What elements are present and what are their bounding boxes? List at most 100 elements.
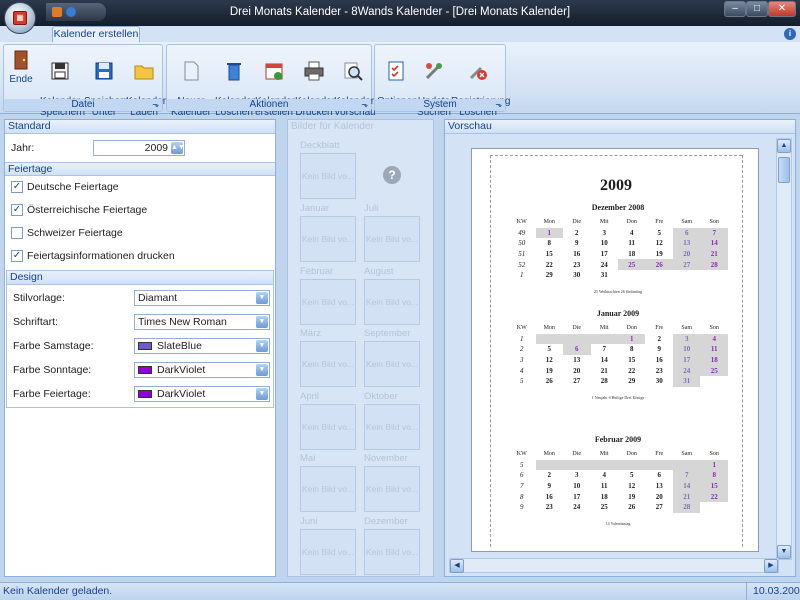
day-cell: 19 [545,366,553,375]
delete-registration-button[interactable]: Registrierung Löschen [451,47,510,118]
create-calendar-button[interactable]: Kalender erstellen [255,47,295,118]
day-cell: 12 [545,356,553,365]
preview-month: Januar 2009 KW Mon Die Mit Don Fre Sam Son 1 1 2 3 4 2… [508,309,728,400]
day-cell: 13 [655,482,663,491]
font-select[interactable]: Times New Roman ▼ [134,314,270,330]
day-cell: 18 [628,250,636,259]
checkbox-label: Deutsche Feiertage [27,181,119,193]
options-button[interactable]: Optionen [377,47,418,107]
month-label: Juli [364,203,379,214]
sunday-color-select[interactable]: DarkViolet ▼ [134,362,270,378]
exit-label: Ende [9,74,33,85]
dialog-launcher-icon[interactable]: ⬎ [495,99,502,111]
month-image-slot[interactable]: Kein Bild vo... [300,341,356,387]
save-calendar-button[interactable]: Kalender Speichern [40,47,85,118]
load-calendar-button[interactable]: Kalender Laden [126,47,166,118]
day-cell: 6 [672,227,701,239]
day-cell: 6 [657,471,661,480]
month-image-slot[interactable]: Kein Bild vo... [364,216,420,262]
weekday-header: Die [572,219,582,226]
maximize-button[interactable]: □ [746,1,768,17]
month-image-slot[interactable]: Kein Bild vo... [300,216,356,262]
month-image-slot[interactable]: Kein Bild vo... [364,528,420,575]
font-label: Schriftart: [13,316,58,328]
day-cell: 14 [700,238,728,249]
check-update-button[interactable]: Update Suchen [417,47,451,118]
saturday-color-label: Farbe Samstage: [13,340,94,352]
day-cell: 29 [628,377,636,386]
printer-icon [304,61,324,81]
checkbox-print-holiday-info[interactable]: ✓ Feiertagsinformationen drucken [11,249,175,263]
day-cell: 22 [700,491,728,502]
help-icon[interactable]: i [784,28,796,40]
month-image-slot[interactable]: Kein Bild vo... [364,466,420,512]
day-cell: 11 [700,344,728,355]
scroll-right-icon[interactable]: ▶ [764,559,778,573]
new-calendar-button[interactable]: Neuer Kalender ▾ [169,47,213,129]
month-image-slot[interactable]: Kein Bild vo... [300,528,356,575]
checkbox-swiss-holidays[interactable]: Schweizer Feiertage [11,226,123,240]
holidays-header: Feiertage [5,162,275,176]
help-question-icon[interactable]: ? [383,166,401,184]
day-cell: 16 [573,250,581,259]
checkbox-label: Schweizer Feiertage [27,227,123,239]
dropdown-arrow-icon[interactable]: ▼ [256,316,268,328]
month-image-slot[interactable]: Kein Bild vo... [364,341,420,387]
saturday-color-select[interactable]: SlateBlue ▼ [134,338,270,354]
style-select[interactable]: Diamant ▼ [134,290,270,306]
group-title-system: System [423,99,457,110]
holiday-color-select[interactable]: DarkViolet ▼ [134,386,270,402]
dialog-launcher-icon[interactable]: ⬎ [152,99,159,111]
checkbox-german-holidays[interactable]: ✓ Deutsche Feiertage [11,180,119,194]
dropdown-arrow-icon[interactable]: ▼ [256,292,268,304]
images-panel: Bilder für Kalender Deckblatt Kein Bild … [287,119,434,577]
scroll-left-icon[interactable]: ◀ [450,559,464,573]
weekday-header: Sam [681,451,693,458]
month-image-slot[interactable]: Kein Bild vo... [300,403,356,450]
save-as-button[interactable]: Speichern Unter [84,47,129,118]
vertical-scrollbar[interactable]: ▲ ▼ [776,138,792,560]
preview-calendar-button[interactable]: Kalender Vorschau [334,47,376,118]
group-title-datei: Datei [71,99,95,110]
spinner-arrows-icon[interactable]: ▲▼ [171,142,185,154]
day-cell: 31 [600,271,608,280]
print-calendar-button[interactable]: Kalender Drucken [295,47,335,118]
exit-button[interactable]: Ende [6,47,36,99]
day-cell: 11 [600,482,608,491]
checkbox-austrian-holidays[interactable]: ✓ Österreichische Feiertage [11,203,147,217]
dialog-launcher-icon[interactable]: ⬎ [361,99,368,111]
weekday-header: Son [709,219,719,226]
delete-calendar-button[interactable]: Kalender Löschen [215,47,255,118]
month-image-slot[interactable]: Kein Bild vo... [364,278,420,325]
status-text: Kein Kalender geladen. [3,585,113,597]
day-cell: 13 [672,238,701,249]
scroll-thumb[interactable] [778,157,790,183]
color-swatch [138,366,152,375]
month-image-slot[interactable]: Kein Bild vo... [300,466,356,512]
cover-image-slot[interactable]: Kein Bild vo... [300,153,356,199]
month-image-slot[interactable]: Kein Bild vo... [300,278,356,325]
create-calendar-icon [265,63,283,80]
preview-month: Dezember 2008 KW Mon Die Mit Don Fre Sam Son 49 1 2… [508,203,728,294]
day-cell: 26 [645,259,673,270]
year-spinner[interactable]: 2009 ▲▼ [93,140,185,156]
weekday-header: Sam [681,219,693,226]
month-image-slot[interactable]: Kein Bild vo... [364,403,420,450]
close-button[interactable]: ✕ [768,1,796,17]
tab-kalender-erstellen[interactable]: Kalender erstellen [52,26,140,42]
dropdown-arrow-icon[interactable]: ▼ [256,364,268,376]
weekday-header: Fre [655,219,664,226]
weekday-header: Son [709,451,719,458]
horizontal-scrollbar[interactable]: ◀ ▶ [449,558,779,573]
month-label: September [364,328,411,339]
application-menu-button[interactable]: ▦ [4,2,36,34]
scroll-down-icon[interactable]: ▼ [777,545,791,559]
holiday-note: 25 Weihnachten 26 Stefanitag [594,288,642,294]
month-label: August [364,265,394,277]
scroll-up-icon[interactable]: ▲ [777,139,791,153]
dropdown-arrow-icon[interactable]: ▼ [256,388,268,400]
dropdown-arrow-icon[interactable]: ▼ [256,340,268,352]
minimize-button[interactable]: – [724,1,746,17]
group-label-aktionen: Aktionen ⬎ [167,99,371,111]
standard-section: Jahr: 2009 ▲▼ [5,134,275,162]
